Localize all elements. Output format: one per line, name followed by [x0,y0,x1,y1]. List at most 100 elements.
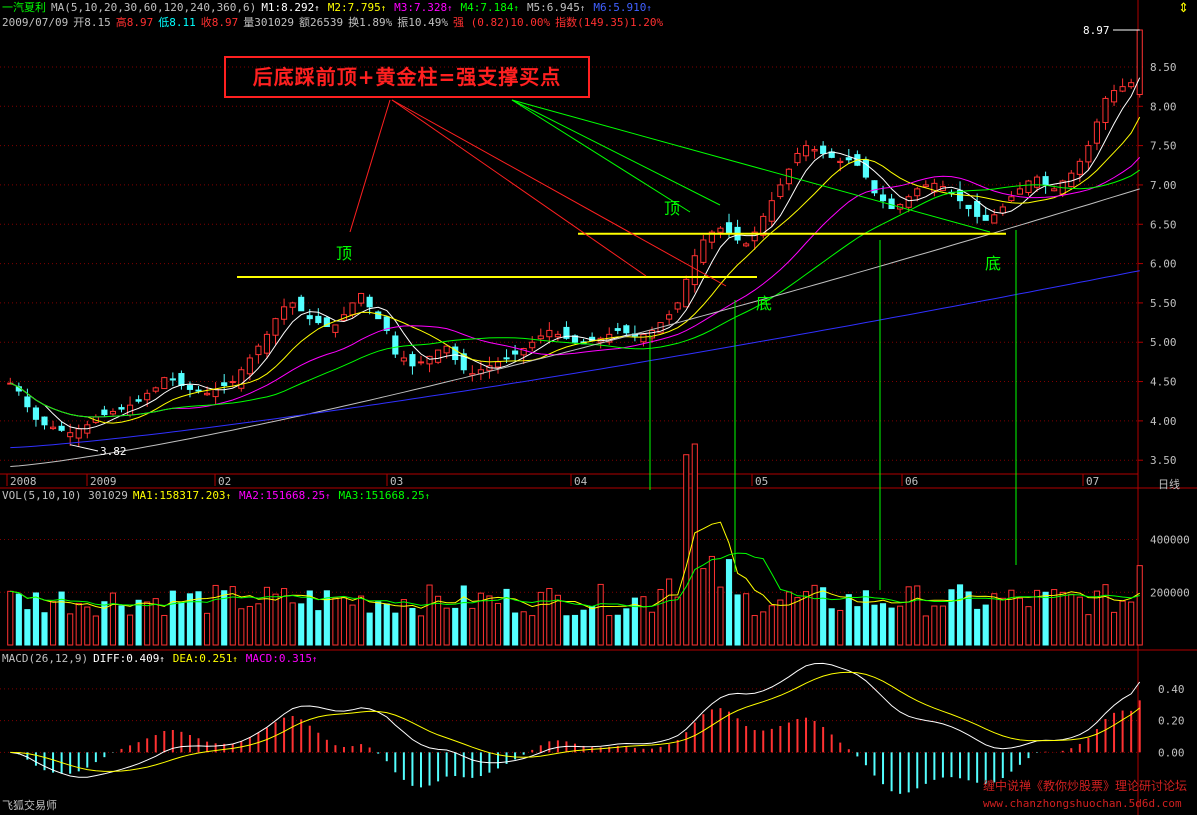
volume-bar [1033,589,1041,646]
volume-bar [1136,565,1143,646]
volume-bar [648,611,656,646]
candle-body [32,407,40,420]
candle-body [974,201,981,217]
bottom-label-2: 底 [985,254,1002,273]
volume-bar [1119,600,1126,646]
volume-tick-label: 200000 [1150,586,1190,599]
volume-bar [109,592,117,646]
volume-header: VOL(5,10,10) 301029 MA1:158317.203↑ MA2:15… [2,489,443,504]
candle-body [229,381,236,384]
volume-bar [914,585,921,646]
up-arrow-icon: ↑ [225,492,231,502]
time-label: 03 [390,475,403,488]
candle-body [238,369,245,389]
volume-params: VOL(5,10,10) 301029 [2,489,128,502]
candle-body [41,416,48,426]
candle-body [546,329,553,338]
volume-bar [623,608,630,646]
volume-bar [956,584,964,646]
candle-body [1016,188,1023,195]
pin-icon[interactable]: ⇕ [1178,1,1189,16]
quote-volume: 量301029 [243,16,294,29]
volume-bar [358,595,365,646]
volume-bar [802,591,810,646]
quote-close: 收8.97 [200,16,239,29]
max-price-label: 8.97 [1083,24,1110,37]
volume-bar [982,604,989,646]
volume-bar [238,608,245,646]
volume-bar [563,615,570,646]
quote-index: 指数(149.35)1.20% [555,16,664,29]
candle-body [221,382,228,386]
volume-bar [67,613,74,646]
candle-body [845,157,852,161]
up-arrow-icon: ↑ [424,492,431,502]
volume-bar [785,591,792,646]
volume-bar [1016,597,1023,646]
candle-body [118,407,125,410]
volume-bar [375,601,382,646]
ma-header: 一汽夏利 MA(5,10,20,30,60,120,240,360,6) M1:8.… [2,1,665,16]
candle-body [871,180,878,194]
volume-bar [691,443,698,646]
candle-body [246,357,253,375]
header-value-4: M5:6.945↑ [526,1,586,14]
up-arrow-icon: ↑ [312,655,318,665]
header-value-0: MA1:158317.203↑ [132,489,231,502]
candle-body [862,159,869,178]
quote-amplitude: 振10.49% [397,16,448,29]
period-label[interactable]: 日线 [1158,476,1180,492]
price-tick-label: 3.50 [1150,454,1177,467]
candle-body [281,306,288,320]
volume-bar [554,594,561,646]
volume-bar [743,593,750,646]
candle-body [991,214,998,224]
candle-body [375,311,382,320]
candle-body [289,302,296,308]
volume-bar [1025,606,1032,646]
candle-body [879,194,887,202]
candle-body [400,357,407,362]
pointer-red-0 [349,99,391,233]
top-label-2: 顶 [664,199,681,218]
volume-bar [862,590,869,646]
candle-body [75,428,82,439]
volume-bar [546,588,553,646]
candle-body [67,432,74,438]
candle-body [1076,160,1083,175]
candle-body [349,302,356,316]
header-value-5: M6:5.910↑ [593,1,652,14]
candle-body [554,333,561,338]
candle-body [768,200,775,222]
candle-body [49,426,57,430]
ma-values: M1:8.292↑ M2:7.795↑ M3:7.328↑ M4:7.184↑ M5:6… [261,1,659,14]
candle-body [435,349,442,363]
volume-bar [674,596,681,646]
header-value-3: M4:7.184↑ [460,1,519,14]
volume-bar [571,614,579,646]
volume-bar [1110,611,1118,646]
quote-strength: 强 (0.82)10.00% [452,16,551,29]
volume-bar [965,591,972,646]
bottom-label-1: 底 [756,294,773,313]
candle-body [1068,172,1075,187]
volume-bar [606,615,613,646]
volume-bar [417,615,425,646]
candle-body [674,302,681,310]
volume-bar [760,611,767,646]
candle-body [503,357,510,360]
volume-bar [169,590,176,646]
candle-body [537,335,544,340]
min-price-label: 3.82 [100,445,127,458]
ma-params: MA(5,10,20,30,60,120,240,360,6) [51,1,257,14]
candle-body [743,243,750,247]
annotation-box: 后底踩前顶+黄金柱=强支撑买点 [224,56,590,98]
volume-bar [905,586,912,646]
volume-bar [1076,596,1083,646]
volume-tick-label: 400000 [1150,534,1190,547]
price-tick-label: 7.50 [1150,140,1177,153]
candle-body [358,292,365,304]
volume-bar [178,601,185,646]
candle-body [109,410,117,415]
volume-bar [452,607,459,646]
